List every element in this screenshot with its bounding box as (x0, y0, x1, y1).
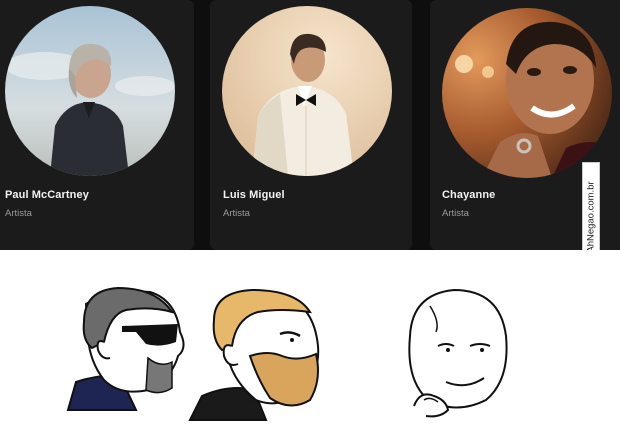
artist-avatar (5, 6, 175, 176)
artist-name[interactable]: Chayanne (442, 189, 495, 201)
artist-avatar (442, 8, 612, 178)
artist-type-label: Artista (442, 208, 469, 219)
artist-type-label: Artista (223, 208, 250, 219)
artist-type-label: Artista (5, 208, 32, 219)
sunglasses-chad-face (66, 286, 185, 411)
artist-results-panel: Paul McCartney Artista Luis Miguel Artis… (0, 0, 620, 272)
meme-illustration (66, 286, 508, 421)
bearded-chad-face (188, 288, 320, 421)
artist-avatar (222, 6, 392, 176)
artist-name[interactable]: Paul McCartney (5, 189, 89, 201)
avatar-photo-chayanne (442, 8, 612, 178)
artist-card-paul-mccartney[interactable]: Paul McCartney Artista (0, 0, 194, 250)
avatar-photo-luis (222, 6, 392, 176)
artist-name[interactable]: Luis Miguel (223, 189, 285, 201)
avatar-photo-paul (5, 6, 175, 176)
artist-card-luis-miguel[interactable]: Luis Miguel Artista (210, 0, 412, 250)
smirking-wojak-face (408, 288, 508, 418)
meme-panel (0, 250, 620, 436)
